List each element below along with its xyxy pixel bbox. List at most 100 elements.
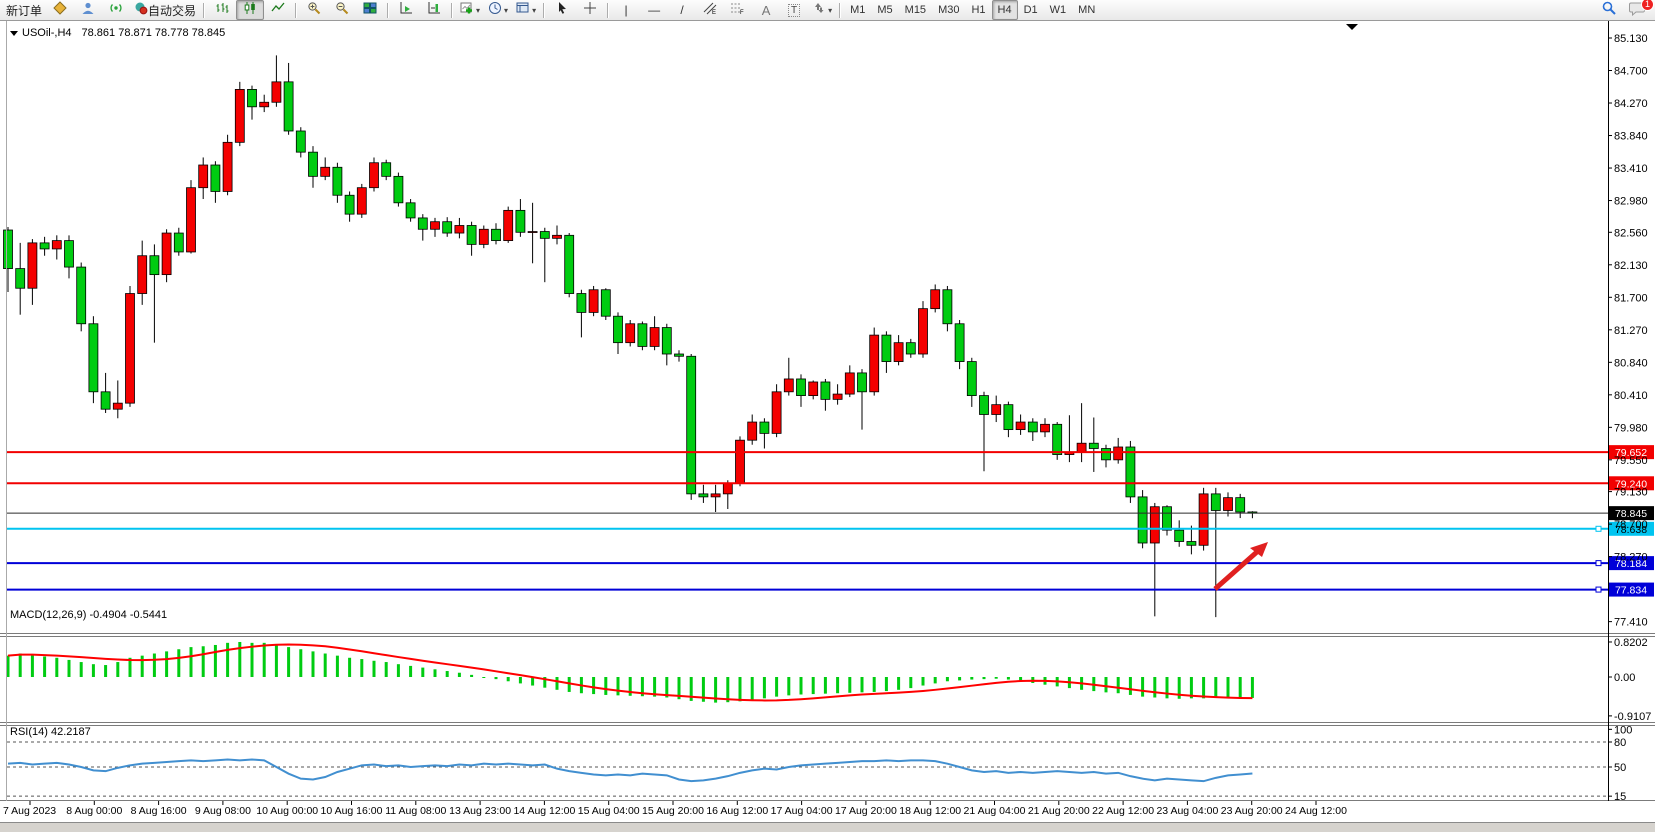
chat-button[interactable]: 1 [1623,1,1651,21]
chart-shift-marker[interactable] [1346,24,1358,30]
timeframe-mn[interactable]: MN [1072,0,1101,20]
time-label[interactable]: 15 Aug 04:00 [578,805,640,817]
time-label[interactable]: 10 Aug 16:00 [321,805,383,817]
profile-button[interactable] [74,0,102,20]
price-tick-label: 81.270 [1614,325,1648,337]
macd-bar [958,677,961,680]
time-label[interactable]: 17 Aug 20:00 [835,805,897,817]
candle-body [1041,424,1050,432]
trend-arrow-shaft[interactable] [1215,551,1258,589]
candle-body [772,392,781,434]
equidistant-channel-button[interactable]: E [696,0,724,20]
time-label[interactable]: 7 Aug 2023 [3,805,56,817]
timeframe-m30[interactable]: M30 [932,0,965,20]
candle-body [809,382,818,396]
macd-bar [1214,677,1217,698]
crosshair-button[interactable] [576,0,604,20]
periods-button[interactable]: ▾ [484,0,512,20]
market-watch-button[interactable] [46,0,74,20]
timeframe-m5[interactable]: M5 [871,0,898,20]
time-label[interactable]: 23 Aug 04:00 [1156,805,1218,817]
timeframe-h4[interactable]: H4 [992,0,1018,20]
signal-button[interactable] [102,0,130,20]
cursor-button[interactable] [548,0,576,20]
bar-chart-button[interactable] [208,0,236,20]
search-button[interactable] [1595,1,1623,21]
line-handle[interactable] [1596,526,1601,531]
auto-scroll-button[interactable] [392,0,420,20]
tile-windows-button[interactable] [356,0,384,20]
vertical-line-button[interactable]: | [612,0,640,20]
time-label[interactable]: 13 Aug 23:00 [449,805,511,817]
line-handle[interactable] [1596,587,1601,592]
horizontal-line-button[interactable]: — [640,0,668,20]
chart-symbol-title: USOil-,H4 [22,27,72,39]
autotrade-button[interactable]: 自动交易 [130,0,200,20]
macd-bar [458,673,461,677]
chart-shift-button[interactable] [420,0,448,20]
time-label[interactable]: 21 Aug 20:00 [1028,805,1090,817]
time-label[interactable]: 8 Aug 16:00 [131,805,187,817]
line-chart-button[interactable] [264,0,292,20]
macd-bar [141,656,144,677]
zoom-in-icon [307,1,321,20]
macd-bar [775,677,778,697]
candle-body [223,142,232,191]
time-label[interactable]: 9 Aug 08:00 [195,805,251,817]
chart-canvas[interactable]: 79.65279.24078.84578.63878.18477.83485.1… [0,21,1655,832]
time-label[interactable]: 21 Aug 04:00 [964,805,1026,817]
candle-body [833,394,842,399]
time-label[interactable]: 17 Aug 04:00 [771,805,833,817]
candle-body [406,203,415,218]
time-label[interactable]: 18 Aug 12:00 [899,805,961,817]
templates-button[interactable]: ▾ [512,0,540,20]
line-handle[interactable] [1596,561,1601,566]
separator [295,3,297,18]
trendline-button[interactable]: / [668,0,696,20]
one-click-trading-icon[interactable] [10,31,18,36]
zoom-in-button[interactable] [300,0,328,20]
candle-body [248,89,257,106]
time-label[interactable]: 16 Aug 12:00 [706,805,768,817]
price-tick-label: 79.980 [1614,422,1648,434]
time-label[interactable]: 24 Aug 12:00 [1285,805,1347,817]
timeframe-w1[interactable]: W1 [1044,0,1073,20]
macd-bar [226,643,229,677]
time-label[interactable]: 23 Aug 20:00 [1221,805,1283,817]
macd-bar [373,661,376,677]
zoom-out-button[interactable] [328,0,356,20]
candle-body [711,494,720,497]
macd-bar [1105,677,1108,692]
arrows-button[interactable]: ▾ [808,0,836,20]
timeframe-m1[interactable]: M1 [844,0,871,20]
rsi-axis-label: 50 [1614,762,1626,774]
indicators-button[interactable]: ▾ [456,0,484,20]
macd-bar [848,677,851,693]
time-label[interactable]: 15 Aug 20:00 [642,805,704,817]
macd-bar [287,647,290,677]
timeframe-d1[interactable]: D1 [1018,0,1044,20]
macd-bar [1129,677,1132,695]
candle-chart-button[interactable] [236,0,264,20]
time-label[interactable]: 8 Aug 00:00 [66,805,122,817]
separator [451,3,453,18]
time-label[interactable]: 22 Aug 12:00 [1092,805,1154,817]
candle-body [113,403,122,409]
candle-body [1175,530,1184,541]
candle-body [882,335,891,361]
candle-body [467,225,476,244]
candle-body [431,222,440,230]
fibonacci-button[interactable]: F [724,0,752,20]
timeframe-h1[interactable]: H1 [965,0,991,20]
candle-body [321,167,330,176]
macd-bar [165,651,168,677]
timeframe-m15[interactable]: M15 [899,0,932,20]
text-button[interactable]: A [752,0,780,20]
macd-signal-line [8,645,1252,701]
new-order-button[interactable]: 新订单 [2,0,46,20]
time-label[interactable]: 14 Aug 12:00 [513,805,575,817]
time-label[interactable]: 10 Aug 00:00 [256,805,318,817]
time-label[interactable]: 11 Aug 08:00 [385,805,446,817]
text-label-button[interactable]: T [780,0,808,20]
candle-body [1114,447,1123,460]
